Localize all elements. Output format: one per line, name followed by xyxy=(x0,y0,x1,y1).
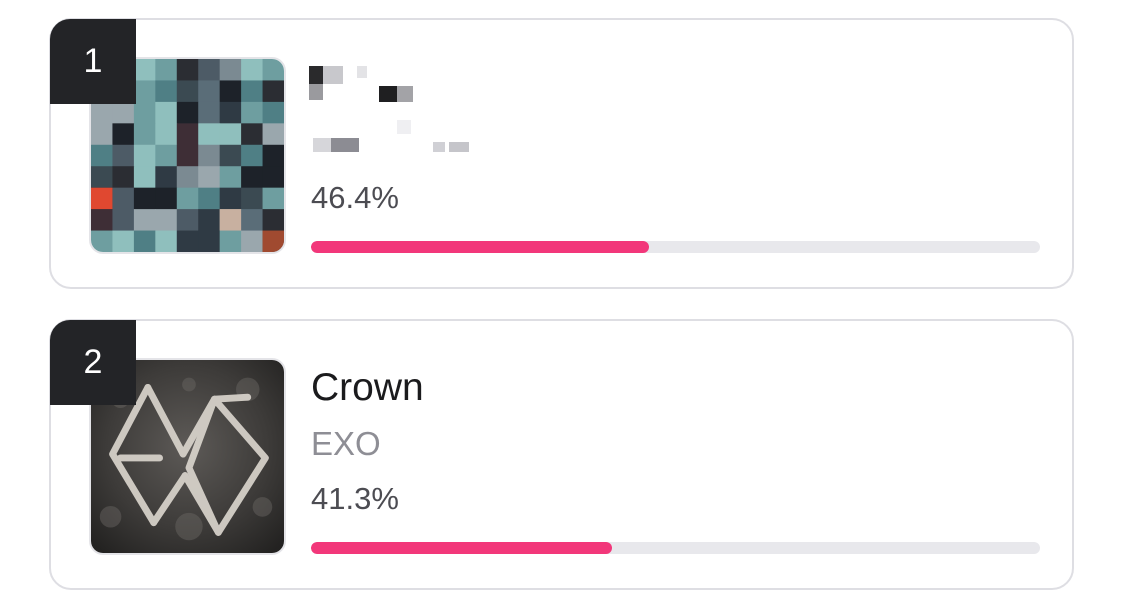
vote-percentage: 46.4% xyxy=(311,180,399,215)
rank-badge: 2 xyxy=(50,320,136,405)
rank-badge: 1 xyxy=(50,19,136,104)
vote-progress-bar xyxy=(311,241,1040,253)
vote-progress-bar xyxy=(311,542,1040,554)
ranking-card-1[interactable]: 1 46.4% xyxy=(49,18,1074,289)
vote-percentage: 41.3% xyxy=(311,481,399,516)
artist-name: EXO xyxy=(311,425,381,462)
vote-progress-fill xyxy=(311,542,613,554)
vote-progress-fill xyxy=(311,241,650,253)
ranking-card-2[interactable]: 2 Crown EXO 41.3% xyxy=(49,319,1074,590)
song-title: Crown xyxy=(311,366,424,409)
